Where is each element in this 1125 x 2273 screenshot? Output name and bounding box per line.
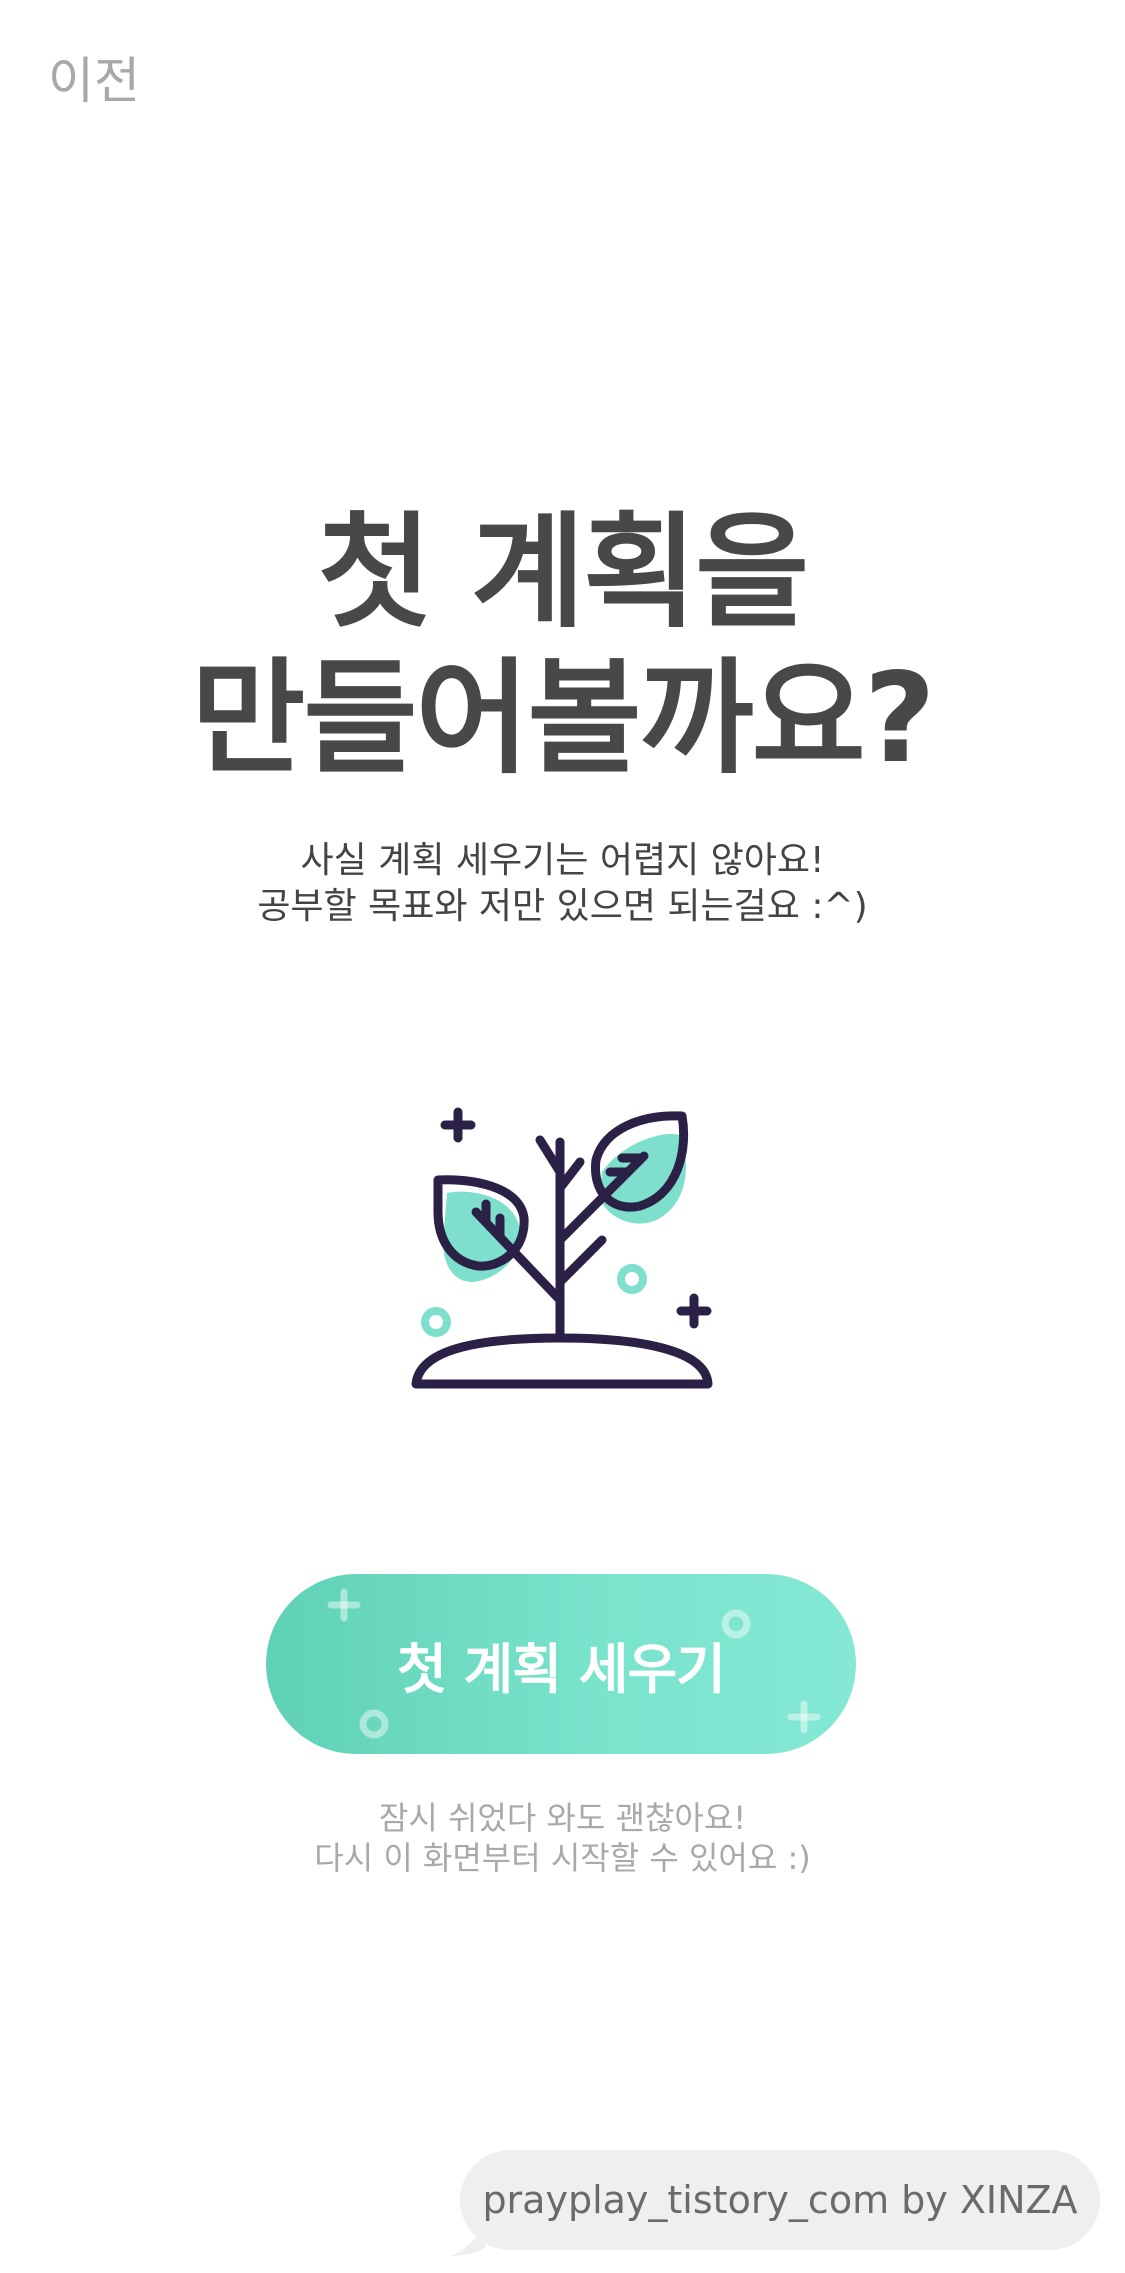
page-title: 첫 계획을 만들어볼까요? bbox=[0, 500, 1125, 792]
footnote-line-1: 잠시 쉬었다 와도 괜찮아요! bbox=[378, 1799, 747, 1837]
create-first-plan-label: 첫 계획 세우기 bbox=[397, 1637, 726, 1701]
page-subtitle-line-1: 사실 계획 세우기는 어렵지 않아요! bbox=[300, 840, 825, 881]
page-title-line-2: 만들어볼까요? bbox=[191, 647, 935, 791]
footnote: 잠시 쉬었다 와도 괜찮아요! 다시 이 화면부터 시작할 수 있어요 :) bbox=[0, 1798, 1125, 1878]
soil-mound bbox=[411, 1333, 713, 1389]
page-subtitle: 사실 계획 세우기는 어렵지 않아요! 공부할 목표와 저만 있으면 되는걸요 … bbox=[0, 838, 1125, 930]
sparkle-circle-left bbox=[421, 1307, 451, 1337]
watermark-credit: prayplay_tistory_com by XINZA bbox=[460, 2150, 1100, 2250]
create-first-plan-button[interactable]: 첫 계획 세우기 bbox=[266, 1574, 856, 1754]
back-button[interactable]: 이전 bbox=[48, 56, 140, 106]
sparkle-circle-right bbox=[617, 1264, 647, 1294]
footnote-line-2: 다시 이 화면부터 시작할 수 있어요 :) bbox=[314, 1839, 811, 1877]
page-title-line-1: 첫 계획을 bbox=[317, 501, 810, 645]
page-subtitle-line-2: 공부할 목표와 저만 있으면 되는걸요 :^) bbox=[257, 886, 868, 927]
lower-branch bbox=[555, 1235, 607, 1287]
sprout-plant-icon bbox=[411, 1107, 713, 1389]
